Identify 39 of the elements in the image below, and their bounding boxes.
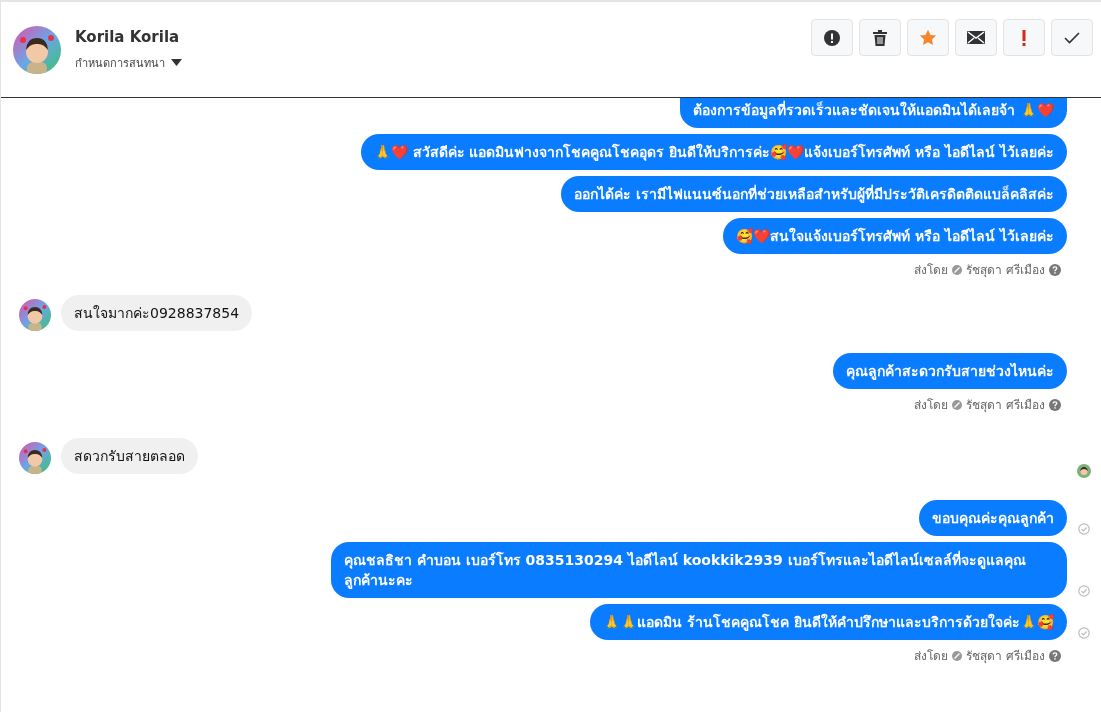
message-bubble: 🙏🙏แอดมิน ร้านโชคคูณโชค ยินดีให้คำปรึกษาและบริการด้วยใจค่ะ🙏🥰 bbox=[590, 604, 1067, 640]
message-bubble: ออกได้ค่ะ เรามีไฟแนนซ์นอกที่ช่วยเหลือสำหรับผู้ที่มีประวัติเครดิตติดแบล็คลิสค่ะ bbox=[561, 176, 1067, 212]
message-bubble: 🥰❤สนใจแจ้งเบอร์โทรศัพท์ หรือ ไอดีไลน์ ไว้เลยค่ะ bbox=[723, 218, 1067, 254]
star-icon bbox=[919, 29, 937, 46]
contact-name: Korila Korila bbox=[75, 27, 181, 46]
sender-name: รัชสุดา ศรีเมือง bbox=[966, 262, 1045, 279]
star-button[interactable] bbox=[907, 19, 949, 56]
sent-by-label: ส่งโดย bbox=[914, 648, 949, 665]
check-icon bbox=[1064, 31, 1080, 44]
message-bubble: ขอบคุณค่ะคุณลูกค้า bbox=[919, 500, 1067, 536]
message-bubble: คุณชลธิชา คำบอน เบอร์โทร 0835130294 ไอดีไลน์ kookkik2939 เบอร์โทรและไอดีไลน์เซลล์ที่จะดูแลคุณลูกค้านะคะ bbox=[331, 542, 1067, 598]
blocked-icon bbox=[952, 650, 963, 661]
trash-icon bbox=[873, 29, 887, 46]
message-bubble: สนใจมากค่ะ0928837854 bbox=[61, 295, 253, 331]
alert-icon bbox=[824, 29, 840, 46]
exclamation-icon bbox=[1022, 29, 1026, 46]
message-bubble: 🙏❤ สวัสดีค่ะ แอดมินฟางจากโชคคูณโชคอุดร ยินดีให้บริการค่ะ🥰❤แจ้งเบอร์โทรศัพท์ หรือ ไอดีไลน์ ไว้เลยค่ะ bbox=[360, 134, 1067, 170]
help-icon bbox=[1049, 649, 1061, 662]
avatar bbox=[19, 299, 51, 331]
caret-icon bbox=[171, 59, 182, 66]
avatar bbox=[19, 442, 51, 474]
message-bubble: คุณลูกค้าสะดวกรับสายช่วงไหนค่ะ bbox=[833, 353, 1067, 389]
sender-name: รัชสุดา ศรีเมือง bbox=[966, 648, 1045, 665]
sent-by-label: ส่งโดย bbox=[914, 397, 949, 414]
conversation-menu[interactable]: กำหนดการสนทนา bbox=[75, 53, 182, 72]
delete-button[interactable] bbox=[859, 19, 901, 56]
blocked-icon bbox=[952, 399, 963, 410]
mail-button[interactable] bbox=[955, 19, 997, 56]
avatar bbox=[13, 25, 61, 74]
message-bubble: ต้องการข้อมูลที่รวดเร็วและชัดเจนให้แอดมินได้เลยจ้า 🙏❤ bbox=[680, 98, 1067, 128]
sent-by-label: ส่งโดย bbox=[914, 262, 949, 279]
report-button[interactable] bbox=[811, 19, 853, 56]
blocked-icon bbox=[952, 264, 963, 275]
mail-icon bbox=[967, 31, 985, 44]
done-button[interactable] bbox=[1051, 19, 1093, 56]
help-icon bbox=[1049, 263, 1061, 276]
sender-name: รัชสุดา ศรีเมือง bbox=[966, 397, 1045, 414]
message-bubble: สดวกรับสายตลอด bbox=[61, 438, 198, 474]
help-icon bbox=[1049, 398, 1061, 411]
